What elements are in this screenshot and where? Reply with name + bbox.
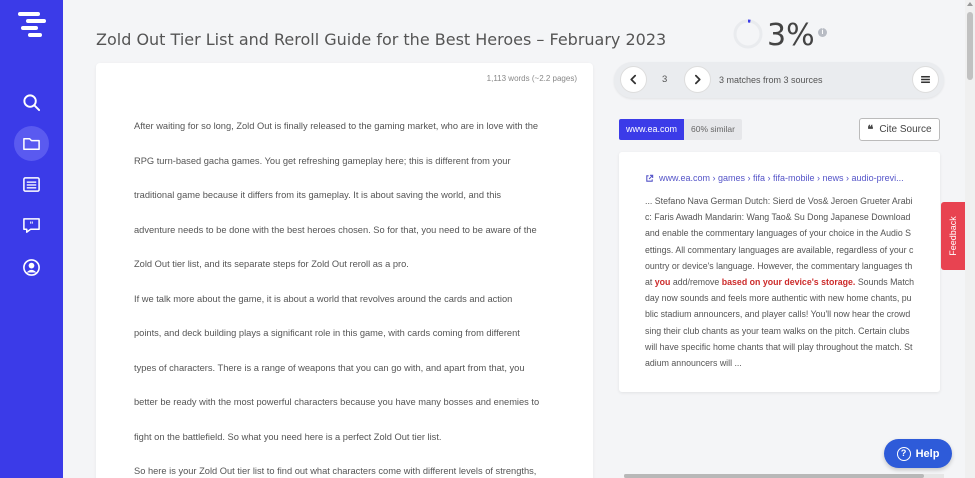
list-icon[interactable]	[14, 167, 49, 202]
excerpt-text: ... Stefano Nava German Dutch: Sierd de …	[645, 196, 914, 288]
source-url: www.ea.com › games › fifa › fifa-mobile …	[659, 173, 904, 183]
logo-icon[interactable]	[18, 12, 46, 37]
menu-button[interactable]	[912, 66, 939, 93]
plagiarism-score: 3%	[767, 18, 815, 53]
search-icon[interactable]	[14, 85, 49, 120]
doc-line: Zold Out tier list, and its separate ste…	[134, 259, 409, 269]
scrollbar-thumb[interactable]	[967, 12, 973, 80]
horizontal-scrollbar-thumb[interactable]	[624, 474, 924, 478]
excerpt-highlight: you	[654, 277, 671, 288]
doc-line: If we talk more about the game, it is ab…	[134, 293, 513, 304]
doc-line: After waiting for so long, Zold Out is f…	[134, 121, 539, 131]
doc-line: RPG turn-based gacha games. You get refr…	[134, 155, 511, 166]
score-ring-icon	[733, 19, 763, 49]
cite-source-label: Cite Source	[879, 124, 932, 135]
quote-chat-icon[interactable]: "	[14, 208, 49, 243]
doc-line: types of characters. There is a range of…	[134, 362, 525, 373]
doc-line: adventure needs to be done with the best…	[134, 224, 537, 235]
chevron-right-icon	[694, 74, 701, 85]
help-label: Help	[915, 447, 940, 460]
doc-line: traditional game because it differs from…	[134, 190, 502, 200]
prev-match-button[interactable]	[620, 66, 647, 93]
svg-text:": "	[30, 220, 34, 229]
doc-line: So here is your Zold Out tier list to fi…	[134, 466, 537, 476]
doc-line: fight on the battlefield. So what you ne…	[134, 431, 442, 442]
help-icon: ?	[896, 446, 911, 461]
similarity-badge: 60% similar	[684, 119, 742, 140]
match-navigator: 3 3 matches from 3 sources	[614, 62, 944, 98]
feedback-tab[interactable]: Feedback	[941, 202, 965, 270]
scroll-up-arrow-icon[interactable]	[967, 2, 973, 6]
external-link-icon	[646, 174, 654, 182]
info-icon[interactable]: i	[818, 28, 827, 37]
excerpt-highlight: based on your device's storage.	[721, 277, 856, 288]
help-button[interactable]: ? Help	[884, 439, 952, 468]
user-icon[interactable]	[14, 250, 49, 285]
source-tag[interactable]: www.ea.com 60% similar	[619, 119, 742, 140]
source-domain[interactable]: www.ea.com	[619, 119, 685, 140]
source-excerpt: ... Stefano Nava German Dutch: Sierd de …	[645, 193, 915, 371]
document-editor[interactable]: 1,113 words (~2.2 pages) After waiting f…	[96, 63, 593, 478]
sidebar: "	[0, 0, 63, 478]
chevron-left-icon	[630, 74, 637, 85]
word-count: 1,113 words (~2.2 pages)	[486, 74, 577, 83]
cite-source-button[interactable]: ❝ Cite Source	[859, 118, 940, 141]
next-match-button[interactable]	[684, 66, 711, 93]
quote-icon: ❝	[867, 124, 874, 136]
source-link[interactable]: www.ea.com › games › fifa › fifa-mobile …	[645, 173, 904, 183]
match-index: 3	[662, 74, 668, 85]
folder-icon[interactable]	[14, 126, 49, 161]
doc-line: better be ready with the most powerful c…	[134, 397, 540, 407]
document-body[interactable]: After waiting for so long, Zold Out is f…	[134, 109, 564, 478]
feedback-label: Feedback	[948, 216, 958, 256]
hamburger-icon	[921, 75, 930, 84]
doc-line: points, and deck building plays a signif…	[134, 328, 520, 338]
excerpt-text: add/remove	[670, 277, 722, 288]
source-card: www.ea.com › games › fifa › fifa-mobile …	[619, 152, 940, 392]
excerpt-text: Sounds Matchday now sounds and feels mor…	[645, 277, 915, 369]
match-summary: 3 matches from 3 sources	[719, 75, 823, 85]
page-title: Zold Out Tier List and Reroll Guide for …	[96, 30, 667, 49]
